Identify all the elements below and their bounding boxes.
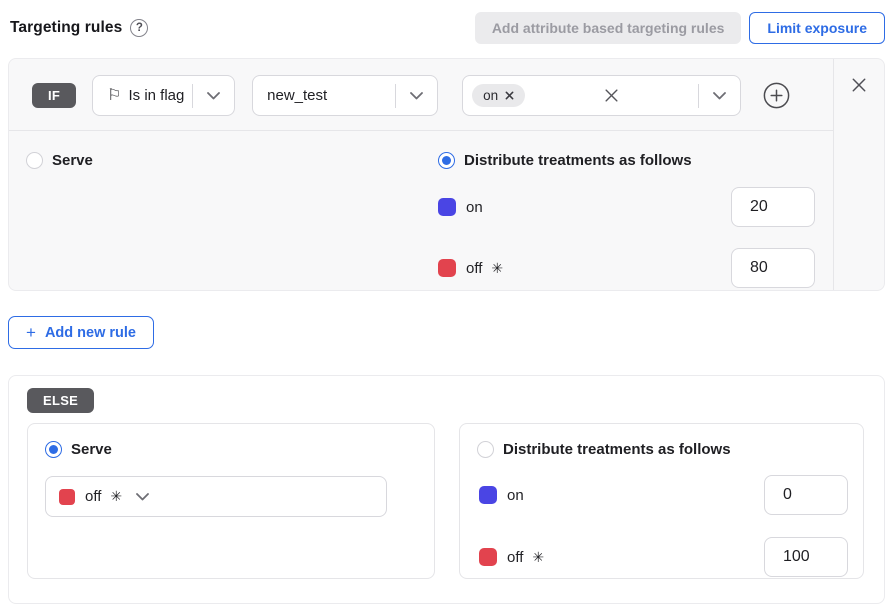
distribute-radio-label[interactable]: Distribute treatments as follows [464, 152, 692, 169]
distribute-radio[interactable] [438, 152, 455, 169]
if-badge: IF [32, 83, 76, 108]
remove-tag-icon[interactable] [505, 91, 514, 100]
else-distribute-radio[interactable] [477, 441, 494, 458]
add-new-rule-button[interactable]: + Add new rule [8, 316, 154, 349]
else-serve-radio[interactable] [45, 441, 62, 458]
chevron-down-icon [713, 92, 726, 100]
treatment-row-on: on [477, 475, 848, 515]
treatment-tag-label: on [483, 88, 498, 103]
flag-name-value: new_test [267, 87, 327, 104]
treatment-percent-input[interactable] [731, 248, 815, 288]
treatment-name: on [507, 487, 524, 504]
chevron-down-icon [207, 92, 220, 100]
matcher-select[interactable]: ⚐ Is in flag [92, 75, 235, 116]
page-title: Targeting rules [10, 19, 122, 37]
treatment-name: on [466, 199, 483, 216]
flag-icon: ⚐ [107, 88, 121, 104]
rule-close-column [833, 59, 884, 290]
header: Targeting rules ? Add attribute based ta… [0, 0, 893, 44]
else-rule-card: ELSE Serve off ✳ [8, 375, 885, 604]
chevron-down-icon [136, 493, 149, 501]
treatment-percent-input[interactable] [731, 187, 815, 227]
limit-exposure-button[interactable]: Limit exposure [749, 12, 885, 44]
treatment-row-off: off ✳ [477, 537, 848, 577]
treatment-name: off [466, 260, 482, 277]
treatment-color-swatch [438, 259, 456, 277]
serve-option: Serve [26, 152, 438, 290]
select-divider [698, 84, 699, 108]
clear-selection-icon[interactable] [604, 88, 619, 103]
treatment-color-swatch [438, 198, 456, 216]
matcher-select-value: Is in flag [129, 87, 185, 104]
add-new-rule-label: Add new rule [45, 325, 136, 341]
treatment-row-on: on [438, 187, 833, 227]
add-attribute-rules-button[interactable]: Add attribute based targeting rules [475, 12, 742, 44]
serve-distribute-row: Serve Distribute treatments as follows o… [9, 131, 833, 290]
else-serve-card: Serve off ✳ [27, 423, 435, 579]
help-icon[interactable]: ? [130, 19, 148, 37]
else-options-row: Serve off ✳ Distribute treatments as fol… [27, 423, 864, 579]
treatment-color-swatch [59, 489, 75, 505]
treatments-multiselect[interactable]: on [462, 75, 741, 116]
else-distribute-card: Distribute treatments as follows on off … [459, 423, 864, 579]
targeting-rules-page: Targeting rules ? Add attribute based ta… [0, 0, 893, 615]
treatment-percent-input[interactable] [764, 475, 848, 515]
condition-row: IF ⚐ Is in flag new_test [9, 59, 833, 130]
else-serve-treatment-select[interactable]: off ✳ [45, 476, 387, 517]
add-condition-icon[interactable] [763, 82, 790, 109]
treatment-color-swatch [479, 486, 497, 504]
serve-radio[interactable] [26, 152, 43, 169]
treatment-tag: on [472, 84, 525, 107]
default-treatment-icon: ✳ [532, 549, 544, 566]
else-badge: ELSE [27, 388, 94, 413]
close-icon[interactable] [851, 77, 867, 93]
select-divider [192, 84, 193, 108]
default-treatment-icon: ✳ [491, 260, 503, 277]
treatment-percent-input[interactable] [764, 537, 848, 577]
select-divider [395, 84, 396, 108]
treatment-color-swatch [479, 548, 497, 566]
distribute-option: Distribute treatments as follows on off … [438, 152, 833, 290]
treatment-row-off: off ✳ [438, 248, 833, 288]
flag-name-select[interactable]: new_test [252, 75, 438, 116]
plus-icon: + [26, 324, 36, 341]
else-distribute-radio-label[interactable]: Distribute treatments as follows [503, 441, 731, 458]
if-rule-card: IF ⚐ Is in flag new_test [8, 58, 885, 291]
treatment-name: off [85, 488, 101, 505]
treatment-name: off [507, 549, 523, 566]
chevron-down-icon [410, 92, 423, 100]
else-serve-radio-label[interactable]: Serve [71, 441, 112, 458]
serve-radio-label[interactable]: Serve [52, 152, 93, 169]
if-rule-main: IF ⚐ Is in flag new_test [9, 59, 833, 290]
default-treatment-icon: ✳ [110, 488, 122, 505]
